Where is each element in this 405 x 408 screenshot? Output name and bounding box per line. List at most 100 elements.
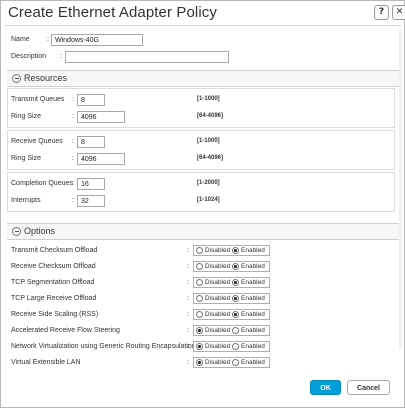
radio-button-icon[interactable] — [196, 327, 203, 334]
dialog-title: Create Ethernet Adapter Policy — [8, 4, 217, 21]
radio-button-icon[interactable] — [232, 343, 239, 350]
receive-group — [7, 130, 395, 170]
rx-ring-size-label: Ring Size — [11, 155, 41, 162]
completion-queues-range: [1-2000] — [197, 180, 220, 186]
option-radio-group: Disabled Enabled — [193, 277, 270, 288]
radio-label: Enabled — [241, 359, 265, 366]
close-icon[interactable]: ✕ — [392, 5, 405, 20]
radio-enabled[interactable]: Enabled — [232, 278, 265, 287]
description-label: Description — [11, 53, 47, 60]
radio-label: Disabled — [205, 343, 231, 350]
radio-button-icon[interactable] — [232, 263, 239, 270]
radio-button-icon[interactable] — [196, 311, 203, 318]
name-label: Name — [11, 36, 30, 43]
option-radio-group: Disabled Enabled — [193, 261, 270, 272]
radio-button-icon[interactable] — [196, 247, 203, 254]
name-input[interactable]: Windows-40G — [51, 34, 143, 46]
radio-label: Disabled — [205, 247, 231, 254]
radio-button-icon[interactable] — [232, 295, 239, 302]
cancel-button[interactable]: Cancel — [347, 380, 390, 395]
rx-ring-size-range: [64-4096] — [197, 155, 224, 161]
radio-button-icon[interactable] — [196, 279, 203, 286]
radio-disabled[interactable]: Disabled — [196, 246, 230, 255]
radio-label: Disabled — [205, 295, 231, 302]
radio-enabled[interactable]: Enabled — [232, 358, 265, 367]
radio-button-icon[interactable] — [232, 279, 239, 286]
radio-label: Disabled — [205, 263, 231, 270]
radio-enabled[interactable]: Enabled — [232, 342, 265, 351]
radio-label: Enabled — [241, 343, 265, 350]
radio-button-icon[interactable] — [196, 359, 203, 366]
option-label: Receive Side Scaling (RSS) — [11, 311, 99, 318]
completion-queues-label: Completion Queues — [11, 180, 73, 187]
radio-disabled[interactable]: Disabled — [196, 310, 230, 319]
radio-enabled[interactable]: Enabled — [232, 246, 265, 255]
receive-queues-range: [1-1000] — [197, 138, 220, 144]
option-label: Receive Checksum Offload — [11, 263, 96, 270]
radio-enabled[interactable]: Enabled — [232, 310, 265, 319]
option-radio-group: Disabled Enabled — [193, 245, 270, 256]
dialog-content: Name : Windows-40G Description : Resourc… — [5, 25, 401, 376]
resources-section-header[interactable]: Resources — [7, 70, 399, 87]
option-label: Virtual Extensible LAN — [11, 359, 81, 366]
option-label: Accelerated Receive Flow Steering — [11, 327, 120, 334]
radio-disabled[interactable]: Disabled — [196, 358, 230, 367]
radio-label: Disabled — [205, 359, 231, 366]
create-ethernet-adapter-policy-dialog: Create Ethernet Adapter Policy ? ✕ Name … — [0, 0, 405, 408]
option-label: Network Virtualization using Generic Rou… — [11, 343, 196, 350]
vertical-scrollbar[interactable] — [399, 29, 402, 349]
interrupts-range: [1-1024] — [197, 197, 220, 203]
radio-label: Enabled — [241, 247, 265, 254]
collapse-icon[interactable] — [12, 74, 21, 83]
option-radio-group: Disabled Enabled — [193, 293, 270, 304]
collapse-icon[interactable] — [12, 227, 21, 236]
radio-disabled[interactable]: Disabled — [196, 342, 230, 351]
tx-ring-size-range: [64-4096] — [197, 113, 224, 119]
option-radio-group: Disabled Enabled — [193, 341, 270, 352]
option-radio-group: Disabled Enabled — [193, 325, 270, 336]
tx-ring-size-input[interactable]: 4096 — [77, 111, 125, 123]
radio-disabled[interactable]: Disabled — [196, 294, 230, 303]
radio-label: Disabled — [205, 279, 231, 286]
option-label: TCP Large Receive Offload — [11, 295, 97, 302]
radio-label: Enabled — [241, 295, 265, 302]
options-title: Options — [24, 226, 56, 236]
help-icon[interactable]: ? — [374, 5, 389, 20]
receive-queues-input[interactable]: 8 — [77, 136, 105, 148]
radio-button-icon[interactable] — [232, 311, 239, 318]
option-radio-group: Disabled Enabled — [193, 309, 270, 320]
radio-label: Enabled — [241, 327, 265, 334]
rx-ring-size-input[interactable]: 4096 — [77, 153, 125, 165]
radio-button-icon[interactable] — [196, 343, 203, 350]
transmit-queues-input[interactable]: 8 — [77, 94, 105, 106]
radio-disabled[interactable]: Disabled — [196, 278, 230, 287]
transmit-queues-range: [1-1000] — [197, 96, 220, 102]
completion-queues-input[interactable]: 16 — [77, 178, 105, 190]
transmit-queues-label: Transmit Queues — [11, 96, 65, 103]
completion-group — [7, 172, 395, 212]
radio-enabled[interactable]: Enabled — [232, 326, 265, 335]
radio-label: Enabled — [241, 263, 265, 270]
description-input[interactable] — [65, 51, 229, 63]
radio-button-icon[interactable] — [232, 327, 239, 334]
resources-title: Resources — [24, 73, 68, 83]
radio-button-icon[interactable] — [232, 359, 239, 366]
transmit-group — [7, 88, 395, 128]
options-section-header[interactable]: Options — [7, 223, 399, 240]
radio-button-icon[interactable] — [196, 263, 203, 270]
radio-label: Disabled — [205, 311, 231, 318]
option-label: TCP Segmentation Offload — [11, 279, 95, 286]
radio-disabled[interactable]: Disabled — [196, 326, 230, 335]
radio-button-icon[interactable] — [196, 295, 203, 302]
tx-ring-size-label: Ring Size — [11, 113, 41, 120]
interrupts-input[interactable]: 32 — [77, 195, 105, 207]
radio-button-icon[interactable] — [232, 247, 239, 254]
option-label: Transmit Checksum Offload — [11, 247, 98, 254]
radio-label: Enabled — [241, 279, 265, 286]
radio-disabled[interactable]: Disabled — [196, 262, 230, 271]
radio-label: Enabled — [241, 311, 265, 318]
radio-enabled[interactable]: Enabled — [232, 294, 265, 303]
radio-enabled[interactable]: Enabled — [232, 262, 265, 271]
receive-queues-label: Receive Queues — [11, 138, 63, 145]
ok-button[interactable]: OK — [310, 380, 341, 395]
